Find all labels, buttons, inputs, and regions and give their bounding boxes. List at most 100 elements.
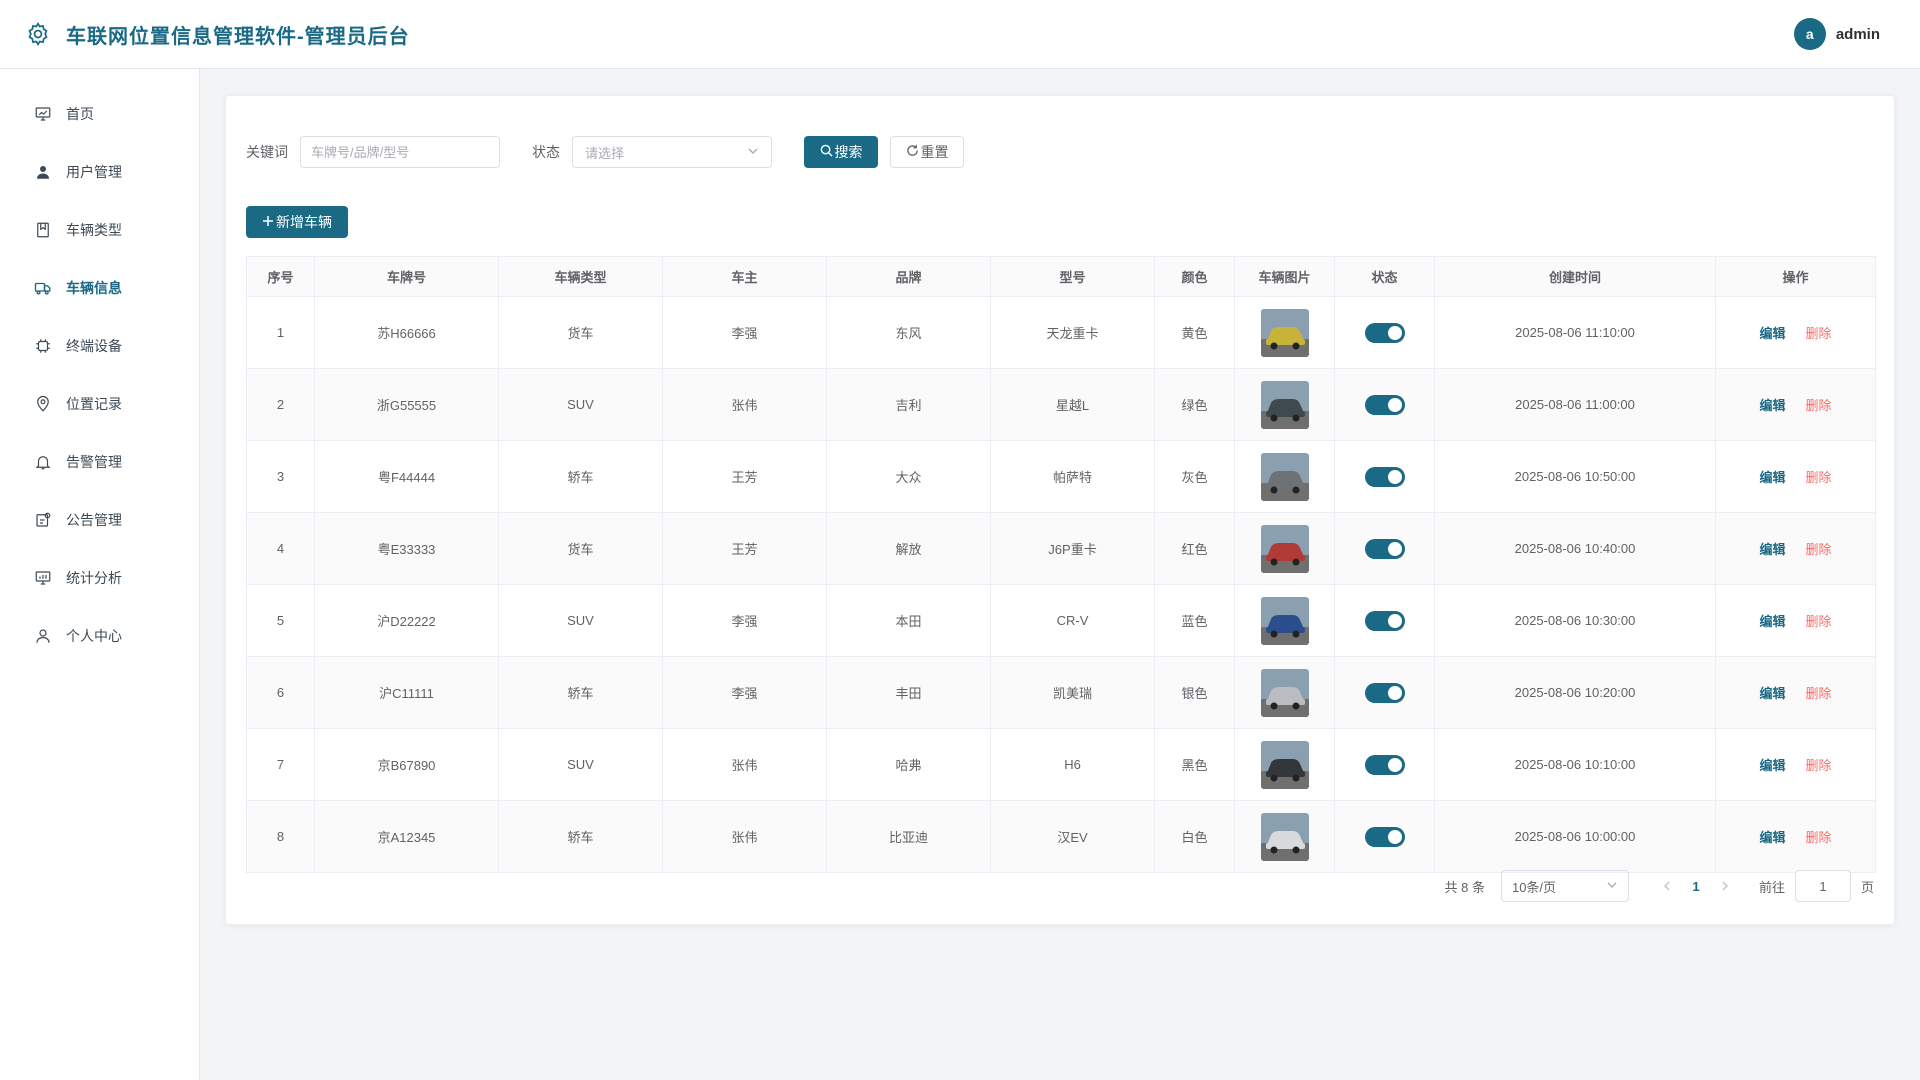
toolbar: 新增车辆 [246,206,1874,238]
total-count: 共 8 条 [1444,879,1485,895]
cell-type: SUV [498,728,663,801]
chart-icon [34,569,52,587]
delete-button[interactable]: 删除 [1806,830,1832,845]
page-size-select[interactable]: 10条/页 [1500,870,1629,902]
vehicle-thumbnail[interactable] [1260,596,1309,645]
status-toggle[interactable] [1364,826,1405,847]
location-pin-icon [34,395,52,413]
cell-status [1334,368,1435,441]
cell-idx: 5 [246,584,315,657]
vehicle-type-icon [34,221,52,239]
column-header: 车辆图片 [1234,256,1335,297]
column-header: 型号 [990,256,1155,297]
column-header: 车主 [662,256,827,297]
notice-icon [34,511,52,529]
cell-status [1334,656,1435,729]
status-toggle[interactable] [1364,394,1405,415]
delete-button[interactable]: 删除 [1806,758,1832,773]
vehicle-thumbnail[interactable] [1260,524,1309,573]
reset-button[interactable]: 重置 [890,136,964,168]
status-toggle[interactable] [1364,322,1405,343]
vehicle-thumbnail[interactable] [1260,668,1309,717]
sidebar-item-users[interactable]: 用户管理 [0,143,199,201]
cell-actions: 编辑 删除 [1715,800,1876,873]
vehicle-thumbnail[interactable] [1260,812,1309,861]
sidebar-item-label: 位置记录 [66,396,122,412]
sidebar-item-notices[interactable]: 公告管理 [0,491,199,549]
delete-button[interactable]: 删除 [1806,470,1832,485]
add-vehicle-button[interactable]: 新增车辆 [246,206,348,238]
cell-actions: 编辑 删除 [1715,656,1876,729]
cell-image [1234,512,1335,585]
reset-button-label: 重置 [920,144,949,160]
cell-owner: 李强 [662,296,827,369]
delete-button[interactable]: 删除 [1806,614,1832,629]
user-menu[interactable]: a admin [1793,18,1880,50]
cell-brand: 吉利 [826,368,991,441]
table-row: 4 粤E33333 货车 王芳 解放 J6P重卡 红色 2025-08-06 10:40:00… [246,512,1876,585]
vehicle-thumbnail[interactable] [1260,740,1309,789]
vehicle-thumbnail[interactable] [1260,308,1309,357]
cell-image [1234,656,1335,729]
delete-button[interactable]: 删除 [1806,326,1832,341]
status-select-placeholder: 请选择 [585,145,625,161]
keyword-input[interactable] [300,136,500,168]
page-number-current[interactable]: 1 [1681,879,1711,894]
search-button-label: 搜索 [834,144,863,160]
cell-created: 2025-08-06 10:30:00 [1434,584,1716,657]
status-toggle[interactable] [1364,466,1405,487]
edit-button[interactable]: 编辑 [1759,470,1785,485]
status-toggle[interactable] [1364,610,1405,631]
table-row: 5 沪D22222 SUV 李强 本田 CR-V 蓝色 2025-08-06 10:30:00… [246,584,1876,657]
status-select[interactable]: 请选择 [572,136,772,168]
sidebar: 首页 用户管理 车辆类型 车辆信息 终端设备 位置记录 告警管理 公告管理 统计… [0,69,200,1080]
cell-color: 银色 [1154,656,1235,729]
status-toggle[interactable] [1364,754,1405,775]
cell-idx: 8 [246,800,315,873]
sidebar-item-terminals[interactable]: 终端设备 [0,317,199,375]
cell-idx: 6 [246,656,315,729]
edit-button[interactable]: 编辑 [1759,398,1785,413]
delete-button[interactable]: 删除 [1806,398,1832,413]
filter-bar: 关键词 状态 请选择 搜索 重置 [246,136,1874,168]
delete-button[interactable]: 删除 [1806,542,1832,557]
status-toggle[interactable] [1364,682,1405,703]
edit-button[interactable]: 编辑 [1759,614,1785,629]
edit-button[interactable]: 编辑 [1759,758,1785,773]
prev-page-button[interactable] [1653,878,1681,894]
cell-plate: 京B67890 [314,728,499,801]
table-body: 1 苏H66666 货车 李强 东风 天龙重卡 黄色 2025-08-06 11:10:00 编… [246,296,1876,873]
column-header: 品牌 [826,256,991,297]
sidebar-item-label: 统计分析 [66,570,122,586]
status-label: 状态 [532,144,560,160]
vehicle-thumbnail[interactable] [1260,380,1309,429]
delete-button[interactable]: 删除 [1806,686,1832,701]
edit-button[interactable]: 编辑 [1759,326,1785,341]
sidebar-item-alarms[interactable]: 告警管理 [0,433,199,491]
column-header: 车牌号 [314,256,499,297]
sidebar-item-vehicle-info[interactable]: 车辆信息 [0,259,199,317]
edit-button[interactable]: 编辑 [1759,542,1785,557]
username[interactable]: admin [1836,26,1880,43]
edit-button[interactable]: 编辑 [1759,830,1785,845]
cell-brand: 东风 [826,296,991,369]
cell-idx: 3 [246,440,315,513]
cell-actions: 编辑 删除 [1715,368,1876,441]
sidebar-item-statistics[interactable]: 统计分析 [0,549,199,607]
next-page-button[interactable] [1711,878,1739,894]
search-button[interactable]: 搜索 [804,136,878,168]
cell-actions: 编辑 删除 [1715,440,1876,513]
sidebar-item-vehicle-types[interactable]: 车辆类型 [0,201,199,259]
cell-owner: 张伟 [662,368,827,441]
edit-button[interactable]: 编辑 [1759,686,1785,701]
sidebar-item-profile[interactable]: 个人中心 [0,607,199,665]
vehicle-thumbnail[interactable] [1260,452,1309,501]
cell-color: 黑色 [1154,728,1235,801]
sidebar-item-home[interactable]: 首页 [0,85,199,143]
goto-page-input[interactable] [1794,870,1851,902]
cell-image [1234,584,1335,657]
cell-type: 货车 [498,512,663,585]
avatar[interactable]: a [1793,18,1826,50]
status-toggle[interactable] [1364,538,1405,559]
sidebar-item-locations[interactable]: 位置记录 [0,375,199,433]
